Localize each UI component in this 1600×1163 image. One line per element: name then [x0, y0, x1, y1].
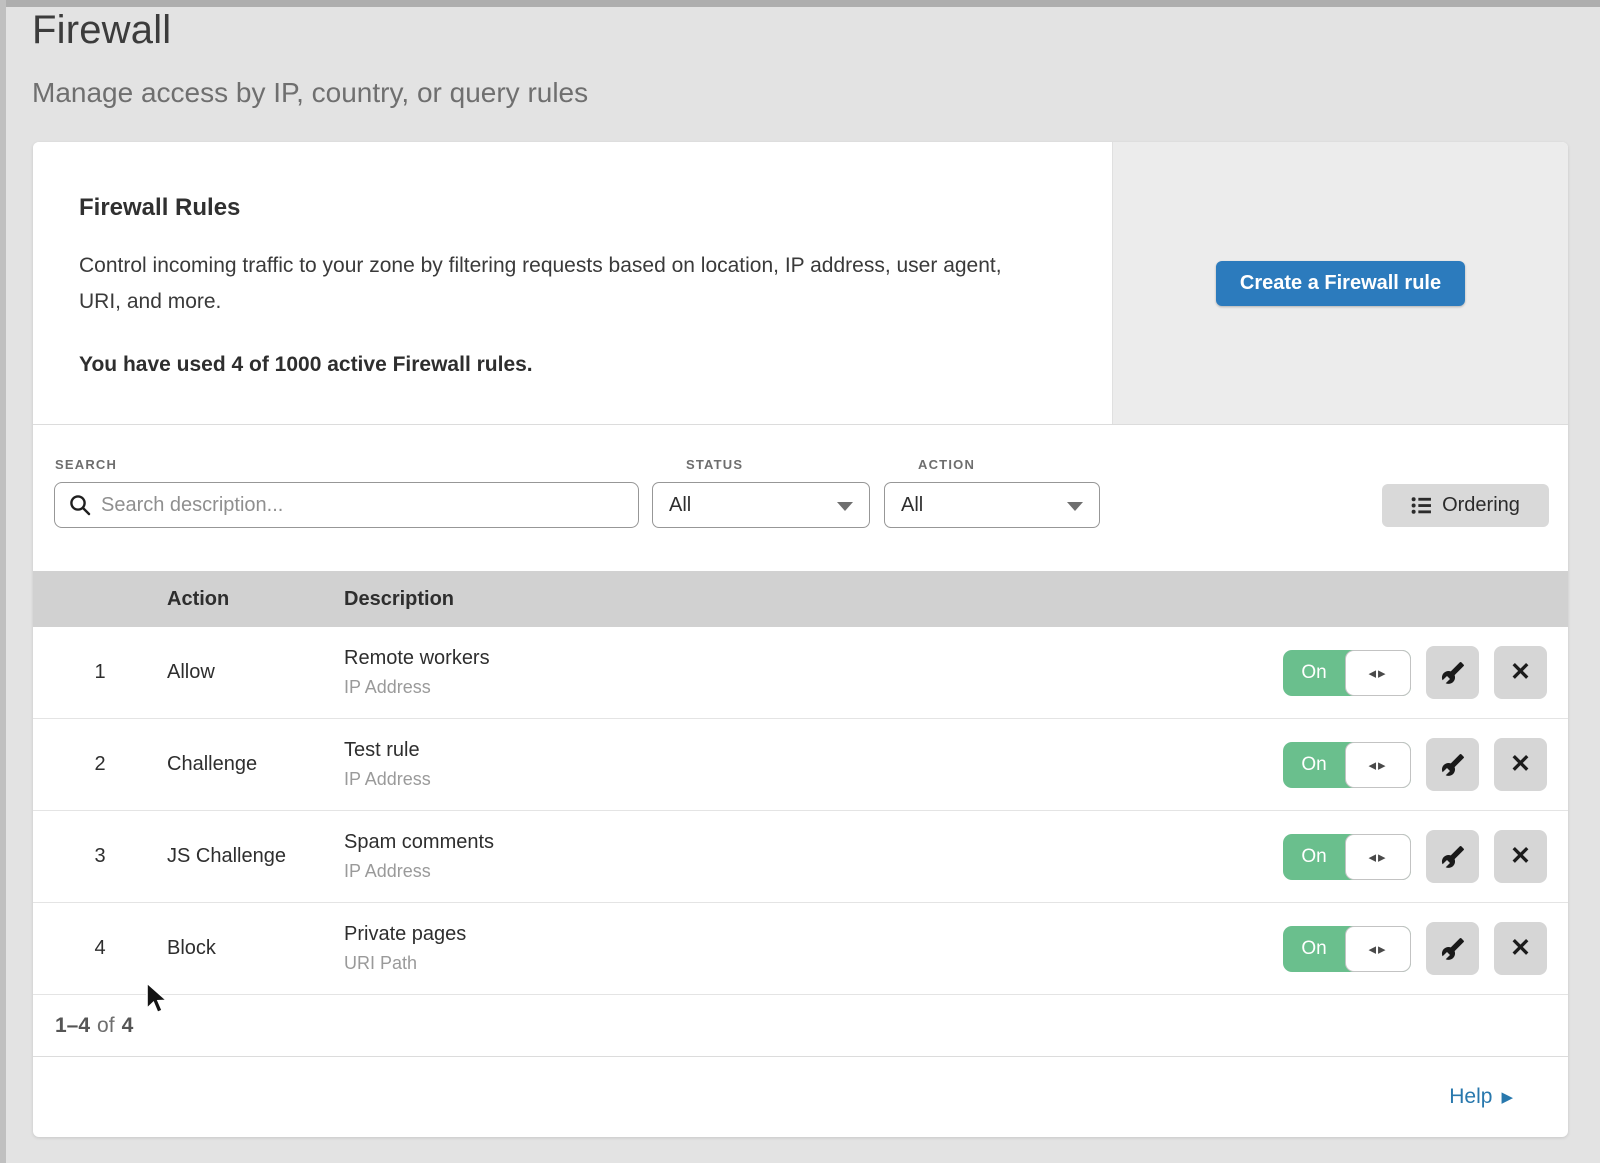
rule-priority: 2 — [33, 753, 167, 776]
table-header: Action Description — [33, 571, 1568, 627]
action-column-header: Action — [167, 588, 344, 611]
rule-match-type: IP Address — [344, 861, 1283, 882]
page-title: Firewall — [32, 8, 588, 53]
toggle-handle-arrows-icon: ◂▸ — [1345, 742, 1411, 788]
intro-section: Firewall Rules Control incoming traffic … — [33, 142, 1568, 425]
pagination-of-label: of — [97, 1014, 115, 1038]
close-icon: ✕ — [1510, 936, 1531, 961]
rule-enabled-toggle[interactable]: On ◂▸ — [1283, 742, 1411, 788]
rule-description: Spam comments — [344, 831, 1283, 854]
rule-description-cell: Test rule IP Address — [344, 739, 1283, 790]
rule-enabled-toggle[interactable]: On ◂▸ — [1283, 834, 1411, 880]
action-selected-value: All — [901, 494, 923, 517]
help-link[interactable]: Help ▶ — [1449, 1085, 1513, 1109]
rule-action: Challenge — [167, 753, 344, 776]
close-icon: ✕ — [1510, 844, 1531, 869]
action-label: ACTION — [918, 457, 975, 472]
firewall-rules-card: Firewall Rules Control incoming traffic … — [33, 142, 1568, 1137]
pagination-range: 1–4 — [55, 1014, 90, 1038]
table-row: 4 Block Private pages URI Path On ◂▸ ✕ — [33, 903, 1568, 995]
table-row: 1 Allow Remote workers IP Address On ◂▸ … — [33, 627, 1568, 719]
create-rule-panel: Create a Firewall rule — [1112, 142, 1568, 424]
table-row: 3 JS Challenge Spam comments IP Address … — [33, 811, 1568, 903]
search-field-wrap — [54, 482, 639, 528]
page-header: Firewall Manage access by IP, country, o… — [32, 8, 588, 109]
rule-description-cell: Private pages URI Path — [344, 923, 1283, 974]
section-heading: Firewall Rules — [79, 194, 1052, 222]
delete-rule-button[interactable]: ✕ — [1494, 830, 1547, 883]
ordering-button[interactable]: Ordering — [1382, 484, 1549, 527]
toggle-handle-arrows-icon: ◂▸ — [1345, 650, 1411, 696]
wrench-icon — [1441, 661, 1465, 685]
edit-rule-button[interactable] — [1426, 922, 1479, 975]
edit-rule-button[interactable] — [1426, 646, 1479, 699]
rule-description: Private pages — [344, 923, 1283, 946]
list-icon — [1411, 495, 1432, 516]
pagination-total: 4 — [122, 1014, 134, 1038]
rule-match-type: IP Address — [344, 677, 1283, 698]
rule-description: Remote workers — [344, 647, 1283, 670]
search-icon — [68, 493, 92, 517]
caret-right-icon: ▶ — [1501, 1088, 1513, 1106]
action-select[interactable]: All — [884, 482, 1100, 528]
description-column-header: Description — [344, 588, 1568, 611]
page-subtitle: Manage access by IP, country, or query r… — [32, 77, 588, 109]
rule-priority: 4 — [33, 937, 167, 960]
table-row: 2 Challenge Test rule IP Address On ◂▸ ✕ — [33, 719, 1568, 811]
chevron-down-icon — [837, 502, 853, 511]
edit-rule-button[interactable] — [1426, 738, 1479, 791]
rule-priority: 1 — [33, 661, 167, 684]
toggle-handle-arrows-icon: ◂▸ — [1345, 926, 1411, 972]
toggle-on-label: On — [1283, 742, 1345, 788]
rule-priority: 3 — [33, 845, 167, 868]
wrench-icon — [1441, 845, 1465, 869]
chevron-down-icon — [1067, 502, 1083, 511]
rule-controls: On ◂▸ ✕ — [1283, 646, 1568, 699]
edit-rule-button[interactable] — [1426, 830, 1479, 883]
rule-description-cell: Remote workers IP Address — [344, 647, 1283, 698]
toggle-on-label: On — [1283, 650, 1345, 696]
delete-rule-button[interactable]: ✕ — [1494, 922, 1547, 975]
status-label: STATUS — [686, 457, 743, 472]
search-input[interactable] — [54, 482, 639, 528]
help-link-label: Help — [1449, 1085, 1492, 1109]
rule-match-type: URI Path — [344, 953, 1283, 974]
window-top-edge — [0, 0, 1600, 7]
rule-action: Block — [167, 937, 344, 960]
status-selected-value: All — [669, 494, 691, 517]
rule-action: JS Challenge — [167, 845, 344, 868]
section-description: Control incoming traffic to your zone by… — [79, 248, 1029, 320]
delete-rule-button[interactable]: ✕ — [1494, 738, 1547, 791]
wrench-icon — [1441, 937, 1465, 961]
status-select[interactable]: All — [652, 482, 870, 528]
toggle-on-label: On — [1283, 834, 1345, 880]
card-footer: Help ▶ — [33, 1057, 1568, 1137]
rule-action: Allow — [167, 661, 344, 684]
rule-description-cell: Spam comments IP Address — [344, 831, 1283, 882]
toggle-handle-arrows-icon: ◂▸ — [1345, 834, 1411, 880]
search-label: SEARCH — [55, 457, 117, 472]
wrench-icon — [1441, 753, 1465, 777]
rule-enabled-toggle[interactable]: On ◂▸ — [1283, 926, 1411, 972]
rule-enabled-toggle[interactable]: On ◂▸ — [1283, 650, 1411, 696]
delete-rule-button[interactable]: ✕ — [1494, 646, 1547, 699]
ordering-button-label: Ordering — [1442, 494, 1520, 517]
close-icon: ✕ — [1510, 660, 1531, 685]
intro-text-block: Firewall Rules Control incoming traffic … — [33, 142, 1112, 424]
close-icon: ✕ — [1510, 752, 1531, 777]
rule-match-type: IP Address — [344, 769, 1283, 790]
window-left-edge — [0, 0, 6, 1163]
toggle-on-label: On — [1283, 926, 1345, 972]
filters-bar: SEARCH STATUS All ACTION All — [33, 425, 1568, 571]
rule-description: Test rule — [344, 739, 1283, 762]
rule-controls: On ◂▸ ✕ — [1283, 830, 1568, 883]
pagination: 1–4 of 4 — [33, 995, 1568, 1057]
usage-summary: You have used 4 of 1000 active Firewall … — [79, 353, 1052, 377]
create-firewall-rule-button[interactable]: Create a Firewall rule — [1216, 261, 1465, 306]
rule-controls: On ◂▸ ✕ — [1283, 738, 1568, 791]
rule-controls: On ◂▸ ✕ — [1283, 922, 1568, 975]
